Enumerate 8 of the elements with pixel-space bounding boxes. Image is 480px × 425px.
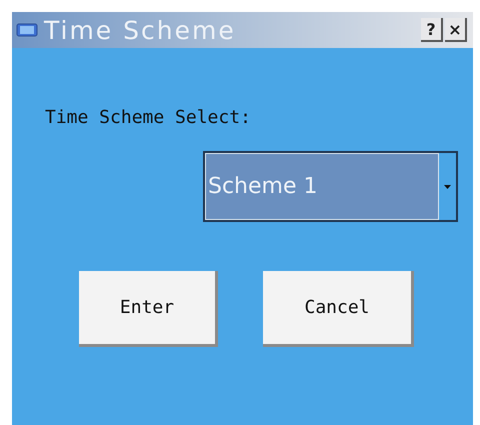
cancel-button[interactable]: Cancel: [263, 271, 414, 347]
window-icon: [16, 23, 38, 37]
prompt-label: Time Scheme Select:: [45, 107, 252, 128]
window-title: Time Scheme: [44, 16, 237, 44]
enter-button[interactable]: Enter: [79, 271, 218, 347]
help-button[interactable]: ?: [421, 18, 443, 42]
dropdown-arrow-icon: [444, 184, 451, 188]
close-button[interactable]: ×: [445, 18, 467, 42]
